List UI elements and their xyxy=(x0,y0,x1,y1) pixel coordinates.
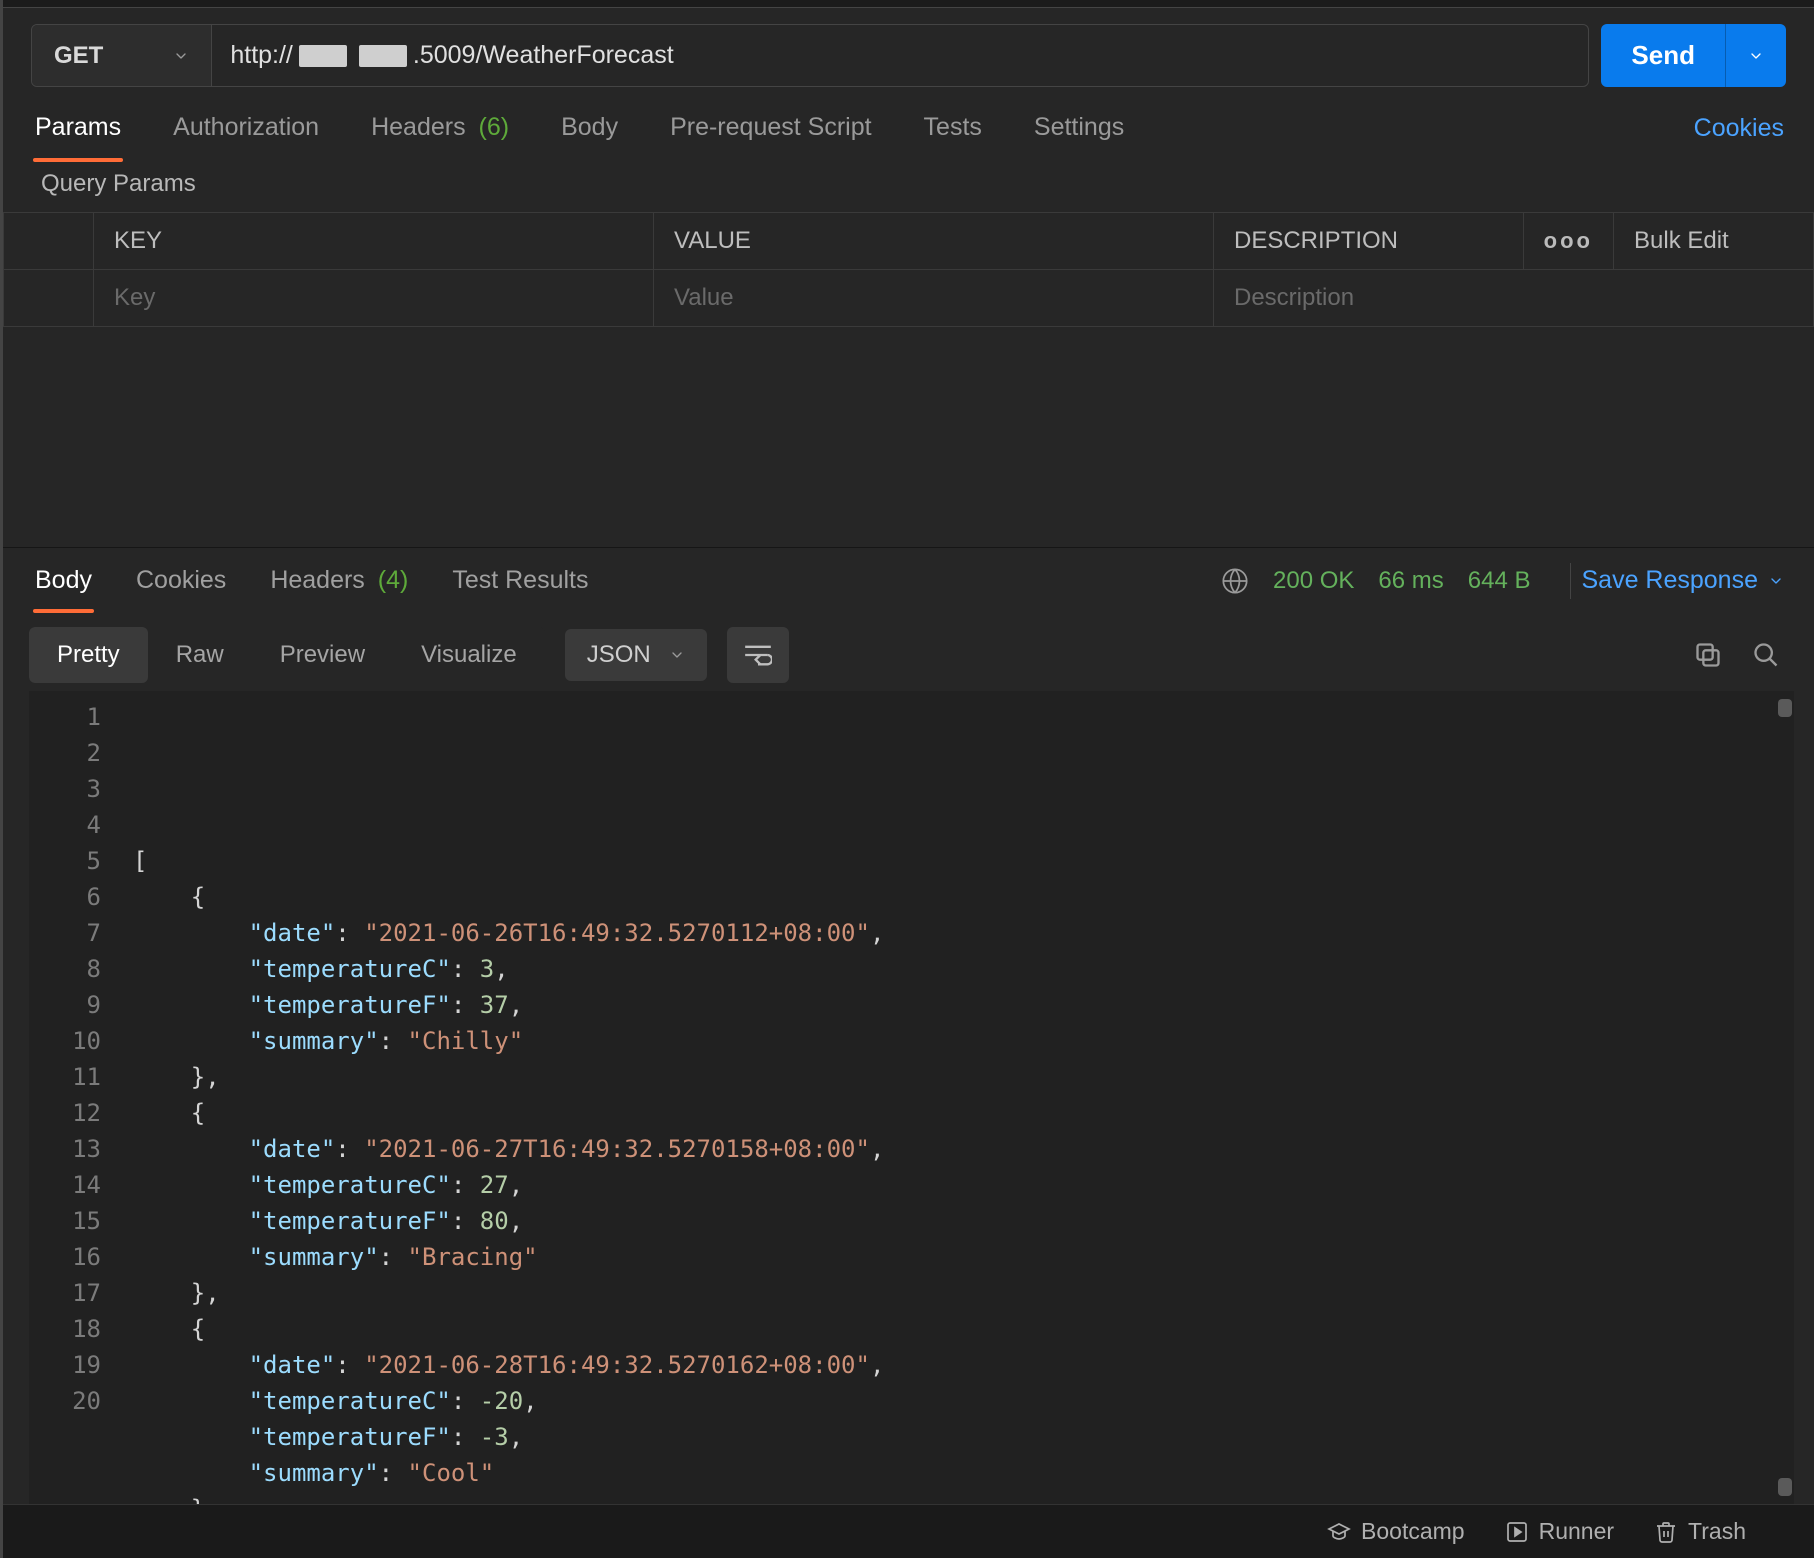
query-params-table: KEY VALUE DESCRIPTION ooo Bulk Edit Key … xyxy=(3,212,1814,327)
request-panel-spacer xyxy=(3,327,1814,547)
response-tab-cookies[interactable]: Cookies xyxy=(134,548,228,613)
redacted-host-part-1 xyxy=(299,45,347,67)
col-header-description: DESCRIPTION xyxy=(1214,213,1524,270)
http-method-label: GET xyxy=(54,42,103,70)
play-box-icon xyxy=(1505,1520,1529,1544)
status-code: 200 OK xyxy=(1273,567,1354,595)
footer-trash[interactable]: Trash xyxy=(1654,1518,1746,1545)
request-tabs-row: Params Authorization Headers (6) Body Pr… xyxy=(3,97,1814,160)
chevron-down-icon xyxy=(173,48,189,64)
tab-tests[interactable]: Tests xyxy=(922,97,984,160)
tab-params[interactable]: Params xyxy=(33,97,123,160)
send-button[interactable]: Send xyxy=(1601,24,1726,87)
view-pretty[interactable]: Pretty xyxy=(29,627,148,683)
globe-icon[interactable] xyxy=(1221,567,1249,595)
window-top-border xyxy=(3,0,1814,8)
response-tab-testresults[interactable]: Test Results xyxy=(450,548,590,613)
tab-settings[interactable]: Settings xyxy=(1032,97,1126,160)
response-body-editor[interactable]: 1234567891011121314151617181920 [ { "dat… xyxy=(29,691,1794,1504)
row-checkbox[interactable] xyxy=(4,270,94,327)
tab-headers-count: (6) xyxy=(479,113,510,141)
view-preview[interactable]: Preview xyxy=(252,627,393,683)
divider xyxy=(1570,563,1571,599)
bulk-edit-button[interactable]: Bulk Edit xyxy=(1614,213,1814,270)
http-method-select[interactable]: GET xyxy=(32,25,212,86)
tab-headers[interactable]: Headers (6) xyxy=(369,97,511,160)
send-button-label: Send xyxy=(1631,40,1695,71)
search-icon[interactable] xyxy=(1752,641,1780,669)
view-mode-segment: Pretty Raw Preview Visualize xyxy=(29,627,545,683)
response-format-toolbar: Pretty Raw Preview Visualize JSON xyxy=(3,613,1814,691)
tab-prerequest[interactable]: Pre-request Script xyxy=(668,97,873,160)
trash-icon xyxy=(1654,1520,1678,1544)
tab-body[interactable]: Body xyxy=(559,97,620,160)
chevron-down-icon xyxy=(1768,573,1784,589)
line-gutter: 1234567891011121314151617181920 xyxy=(29,691,119,1504)
status-bar: Bootcamp Runner Trash xyxy=(3,1504,1814,1558)
chevron-down-icon xyxy=(669,647,685,663)
table-select-all-col xyxy=(4,213,94,270)
footer-bootcamp[interactable]: Bootcamp xyxy=(1327,1518,1465,1545)
description-input[interactable]: Description xyxy=(1234,284,1354,311)
method-url-group: GET http:// .5009/WeatherForecast xyxy=(31,24,1589,87)
footer-runner[interactable]: Runner xyxy=(1505,1518,1614,1545)
code-content[interactable]: [ { "date": "2021-06-26T16:49:32.5270112… xyxy=(119,691,1794,1504)
send-options-button[interactable] xyxy=(1726,24,1786,87)
col-header-key: KEY xyxy=(94,213,654,270)
url-suffix: .5009/WeatherForecast xyxy=(413,41,674,70)
view-raw[interactable]: Raw xyxy=(148,627,252,683)
more-dots-icon: ooo xyxy=(1544,228,1593,253)
response-status: 200 OK 66 ms 644 B xyxy=(1273,567,1530,595)
wrap-lines-button[interactable] xyxy=(727,627,789,683)
wrap-icon xyxy=(744,644,772,666)
cookies-link[interactable]: Cookies xyxy=(1694,114,1784,143)
table-row: Key Value Description xyxy=(4,270,1814,327)
key-input[interactable]: Key xyxy=(114,284,155,311)
response-tab-headers[interactable]: Headers (4) xyxy=(268,548,410,613)
view-visualize[interactable]: Visualize xyxy=(393,627,545,683)
scrollbar-thumb[interactable] xyxy=(1778,1478,1792,1496)
response-tabs-row: Body Cookies Headers (4) Test Results 20… xyxy=(3,547,1814,613)
redacted-host-part-2 xyxy=(359,45,407,67)
send-button-group: Send xyxy=(1601,24,1786,87)
status-size: 644 B xyxy=(1468,567,1531,595)
copy-icon[interactable] xyxy=(1694,641,1722,669)
response-headers-count: (4) xyxy=(378,566,409,594)
scrollbar-thumb[interactable] xyxy=(1778,699,1792,717)
request-bar: GET http:// .5009/WeatherForecast Send xyxy=(3,8,1814,97)
chevron-down-icon xyxy=(1748,48,1764,64)
table-more-button[interactable]: ooo xyxy=(1523,213,1613,270)
response-tab-body[interactable]: Body xyxy=(33,548,94,613)
status-time: 66 ms xyxy=(1378,567,1443,595)
url-prefix: http:// xyxy=(230,41,293,70)
content-type-select[interactable]: JSON xyxy=(565,629,707,681)
graduation-cap-icon xyxy=(1327,1520,1351,1544)
col-header-value: VALUE xyxy=(654,213,1214,270)
value-input[interactable]: Value xyxy=(674,284,734,311)
save-response-button[interactable]: Save Response xyxy=(1581,566,1784,595)
tab-authorization[interactable]: Authorization xyxy=(171,97,321,160)
query-params-title: Query Params xyxy=(3,160,1814,212)
request-url-input[interactable]: http:// .5009/WeatherForecast xyxy=(212,25,1588,86)
